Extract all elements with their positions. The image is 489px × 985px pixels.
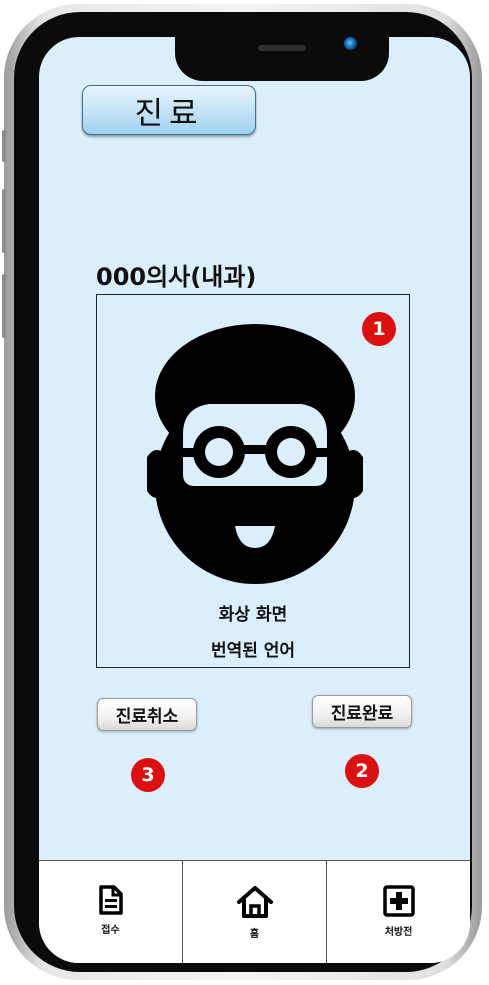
translated-language-caption: 번역된 언어 [210,641,296,661]
plus-box-icon [382,885,415,917]
cancel-treatment-button[interactable]: 진료취소 [97,698,197,731]
annotation-badge-2: 2 [345,754,379,788]
doctor-name: 000의사(내과) [96,263,257,291]
document-icon [98,885,123,915]
nav-item-prescription[interactable]: 처방전 [327,861,470,963]
doctor-avatar-icon [147,324,363,584]
nav-item-home[interactable]: 홈 [183,861,327,963]
home-icon [236,886,273,918]
nav-label: 홈 [249,929,260,940]
complete-treatment-button[interactable]: 진료완료 [312,695,412,728]
annotation-badge-3: 3 [131,758,165,792]
nav-label: 접수 [101,925,120,936]
page-title-box: 진료 [82,85,256,135]
phone-side-button [2,130,6,162]
phone-notch [175,37,389,81]
video-call-view: 화상 화면 번역된 언어 [96,294,410,668]
video-caption: 화상 화면 [218,605,288,625]
nav-label: 처방전 [384,927,413,938]
phone-side-button [2,189,6,253]
phone-side-button [2,274,6,338]
speaker-grille [258,45,306,51]
nav-item-reception[interactable]: 접수 [39,861,183,963]
app-screen: 진료 000의사(내과) 화상 화면 번역된 언어 1 진료취소 진료완료 3 … [39,37,470,963]
front-camera [344,37,357,50]
annotation-badge-1: 1 [362,312,396,346]
page-title: 진료 [134,95,204,132]
bottom-navigation: 접수 홈 처방전 [39,860,470,963]
